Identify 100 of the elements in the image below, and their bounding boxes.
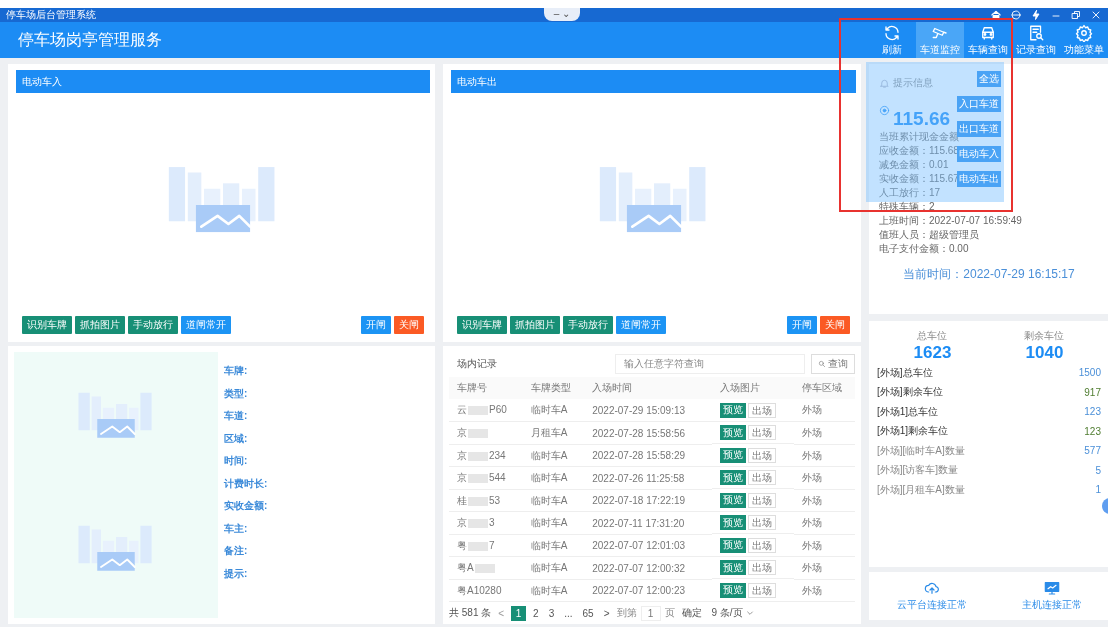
preview-button[interactable]: 预览: [719, 492, 746, 508]
lane-button[interactable]: 抓拍图片: [510, 316, 560, 334]
exit-button[interactable]: 出场: [747, 560, 776, 576]
table-cell: 京 234: [449, 444, 523, 467]
lane-button[interactable]: 识别车牌: [457, 316, 507, 334]
page-button[interactable]: 1: [511, 605, 527, 621]
gate-button[interactable]: 开闸: [361, 316, 391, 334]
table-cell: 外场: [793, 579, 855, 602]
collapse-tab[interactable]: – ⌄: [544, 8, 580, 21]
exit-button[interactable]: 出场: [747, 537, 776, 553]
table-cell: 外场: [793, 489, 855, 512]
current-time: 当前时间：2022-07-29 16:15:17: [903, 266, 1075, 283]
lane-button[interactable]: 道闸常开: [616, 316, 666, 334]
table-cell: 2022-07-28 15:58:56: [584, 422, 712, 445]
table-cell: 临时车A: [522, 512, 585, 535]
next-page-button[interactable]: >: [600, 605, 613, 621]
table-cell: 临时车A: [522, 444, 585, 467]
page-button[interactable]: 65: [579, 605, 597, 621]
space-value: 1500: [1078, 367, 1101, 379]
restore-icon: [1070, 9, 1082, 21]
table-cell: 外场: [793, 557, 855, 580]
table-cell: 外场: [793, 399, 855, 422]
toolbar-button[interactable]: 功能菜单: [1060, 22, 1108, 58]
stat-label: 剩余车位: [1024, 329, 1065, 343]
column-header: 入场图片: [711, 377, 794, 400]
table-cell: 临时车A: [522, 399, 585, 422]
preview-button[interactable]: 预览: [719, 537, 746, 553]
table-cell: 外场: [793, 467, 855, 490]
space-value: 577: [1084, 445, 1101, 457]
exit-button[interactable]: 出场: [747, 425, 776, 441]
preview-button[interactable]: 预览: [719, 402, 746, 418]
stat-label: 总车位: [916, 329, 949, 343]
preview-button[interactable]: 预览: [719, 560, 746, 576]
info-line: 人工放行：17: [879, 186, 941, 200]
search-field[interactable]: 输入任意字符查询: [615, 353, 805, 374]
preview-button[interactable]: 预览: [719, 425, 746, 441]
search-button[interactable]: 查询: [811, 353, 855, 374]
confirm-button[interactable]: 确定: [678, 605, 705, 621]
preview-button[interactable]: 预览: [719, 470, 746, 486]
prev-page-button[interactable]: <: [495, 605, 508, 621]
lane-button[interactable]: 手动放行: [128, 316, 178, 334]
page-button[interactable]: ...: [561, 605, 576, 621]
field-label: 区域:: [224, 431, 249, 446]
table-cell: 京: [449, 422, 523, 445]
table-cell: 2022-07-18 17:22:19: [584, 489, 712, 512]
field-label: 类型:: [224, 386, 249, 401]
exit-button[interactable]: 出场: [747, 402, 776, 418]
exit-button[interactable]: 出场: [747, 582, 776, 598]
page-input[interactable]: 1: [640, 605, 661, 621]
home-icon: [990, 9, 1002, 21]
window-title: 停车场后台管理系统: [6, 8, 96, 22]
exit-button[interactable]: 出场: [747, 492, 776, 508]
space-value: 1: [1095, 484, 1101, 496]
stat-value: 1040: [1024, 343, 1065, 363]
column-header: 车牌类型: [522, 377, 585, 400]
preview-button[interactable]: 预览: [719, 582, 746, 598]
menu-item[interactable]: 电动车出: [957, 171, 1001, 188]
page-button[interactable]: 3: [545, 605, 558, 621]
table-cell: 临时车A: [522, 579, 585, 602]
field-label: 时间:: [224, 454, 249, 468]
gate-button[interactable]: 关闸: [394, 316, 424, 334]
toolbar-button[interactable]: 刷新: [868, 22, 916, 58]
table-cell: 外场: [793, 534, 855, 557]
info-line: 值班人员：超级管理员: [879, 228, 979, 242]
gate-button[interactable]: 开闸: [787, 316, 817, 334]
panel-title: 场内记录: [457, 356, 497, 371]
table-cell: 2022-07-11 17:31:20: [584, 512, 712, 535]
exit-button[interactable]: 出场: [747, 470, 776, 486]
browser-icon: [1010, 9, 1022, 21]
refresh-icon: [883, 23, 901, 42]
page-button[interactable]: 2: [530, 605, 542, 621]
preview-button[interactable]: 预览: [719, 515, 746, 531]
exit-button[interactable]: 出场: [747, 447, 776, 463]
preview-button[interactable]: 预览: [719, 447, 746, 463]
connection-status: 云平台连接正常: [896, 598, 967, 612]
table-cell: 临时车A: [522, 557, 585, 580]
column-header: 入场时间: [584, 377, 712, 400]
connection-status: 主机连接正常: [1021, 598, 1082, 612]
page-size-select[interactable]: 9 条/页: [708, 605, 757, 621]
gate-button[interactable]: 关闸: [820, 316, 850, 334]
exit-button[interactable]: 出场: [747, 515, 776, 531]
field-label: 计费时长:: [224, 476, 268, 491]
document-search-icon: [1027, 23, 1045, 42]
lane-button[interactable]: 抓拍图片: [75, 316, 125, 334]
table-cell: 2022-07-26 11:25:58: [584, 467, 712, 490]
toolbar-button[interactable]: 车辆查询: [964, 22, 1012, 58]
space-label: [外场1]剩余车位: [877, 424, 949, 439]
field-label: 提示:: [224, 566, 249, 581]
table-cell: 外场: [793, 422, 855, 445]
lane-button[interactable]: 手动放行: [563, 316, 613, 334]
space-label: [外场][临时车A]数量: [877, 443, 965, 458]
toolbar-button[interactable]: 记录查询: [1012, 22, 1060, 58]
table-cell: 粤A: [449, 557, 523, 580]
table-cell: 桂 53: [449, 489, 523, 512]
menu-item[interactable]: 电动车入: [957, 146, 1001, 163]
table-cell: 2022-07-28 15:58:29: [584, 444, 712, 467]
chevron-down-icon: [745, 609, 754, 618]
toolbar-button[interactable]: 车道监控: [916, 22, 964, 58]
lane-button[interactable]: 道闸常开: [181, 316, 231, 334]
lane-button[interactable]: 识别车牌: [22, 316, 72, 334]
